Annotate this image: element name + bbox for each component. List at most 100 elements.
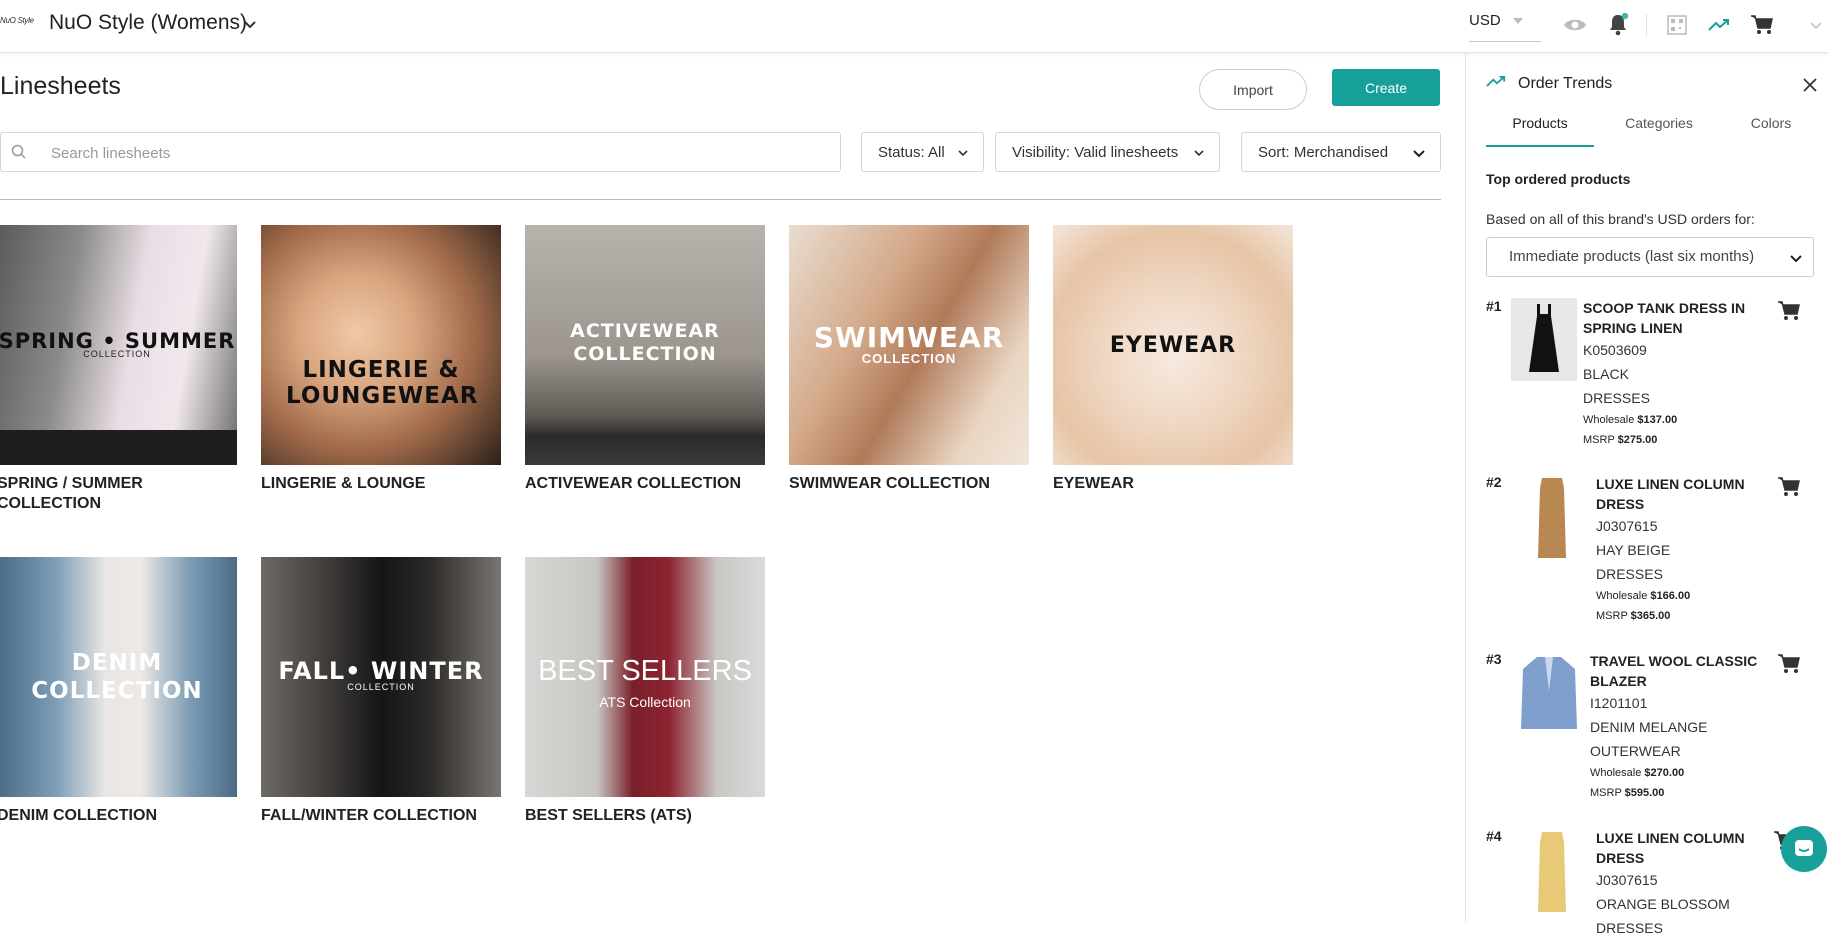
product-rank: #2 [1486,474,1502,490]
tab-categories[interactable]: Categories [1604,111,1714,147]
section-title: Top ordered products [1486,171,1631,187]
product-category: DRESSES [1596,920,1663,936]
linesheet-card[interactable]: ACTIVEWEAR COLLECTION ACTIVEWEAR COLLECT… [525,225,765,494]
brand-name[interactable]: NuO Style (Womens) [49,11,247,35]
linesheet-card[interactable]: LINGERIE & LOUNGEWEAR LINGERIE & LOUNGE [261,225,501,494]
linesheet-title[interactable]: BEST SELLERS (ATS) [525,806,765,826]
tab-colors[interactable]: Colors [1726,111,1816,147]
period-select-value: Immediate products (last six months) [1509,248,1755,265]
trend-icon [1486,75,1506,93]
chevron-down-icon[interactable] [1806,12,1826,38]
linesheet-card[interactable]: SPRING • SUMMER COLLECTION SPRING / SUMM… [0,225,237,514]
product-thumbnail[interactable] [1522,474,1582,564]
page-title: Linesheets [0,72,121,100]
product-rank: #1 [1486,298,1502,314]
create-button[interactable]: Create [1332,69,1440,106]
panel-title: Order Trends [1518,75,1613,92]
trend-icon[interactable] [1706,12,1732,38]
period-select[interactable]: Immediate products (last six months) [1486,237,1814,277]
cover-title: EYEWEAR [1109,333,1237,358]
status-filter-label: Status: All [878,143,945,161]
cart-icon[interactable] [1749,12,1775,38]
product-info: TRAVEL WOOL CLASSIC BLAZER I1201101 DENI… [1590,651,1765,802]
product-color: ORANGE BLOSSOM [1596,896,1730,912]
close-icon[interactable] [1802,77,1818,98]
search-input[interactable] [51,141,811,165]
eye-icon[interactable] [1562,12,1588,38]
linesheet-cover-image[interactable]: BEST SELLERS ATS Collection [525,557,765,797]
product-sku: J0307615 [1596,872,1658,888]
visibility-filter-label: Visibility: Valid linesheets [1012,143,1179,161]
product-thumbnail[interactable] [1522,828,1582,918]
add-to-cart-icon[interactable] [1776,653,1802,680]
linesheet-title[interactable]: ACTIVEWEAR COLLECTION [525,474,765,494]
chevron-down-icon [1193,146,1205,163]
linesheet-cover-image[interactable]: SWIMWEAR COLLECTION [789,225,1029,465]
currency-value: USD [1469,12,1501,29]
barcode-icon[interactable] [1664,12,1690,38]
cover-subtitle: COLLECTION [861,351,957,366]
linesheet-title[interactable]: DENIM COLLECTION [0,806,237,826]
cover-subtitle: COLLECTION [83,349,151,359]
linesheet-card[interactable]: FALL• WINTER COLLECTION FALL/WINTER COLL… [261,557,501,826]
product-name[interactable]: SCOOP TANK DRESS IN SPRING LINEN [1583,298,1758,338]
linesheet-cover-image[interactable]: DENIM COLLECTION [0,557,237,797]
search-box [0,132,841,172]
import-button[interactable]: Import [1199,69,1307,110]
panel-header: Order Trends [1486,75,1612,93]
linesheet-card[interactable]: SWIMWEAR COLLECTION SWIMWEAR COLLECTION [789,225,1029,494]
wholesale-price: Wholesale $166.00 [1596,590,1691,602]
cover-title: SWIMWEAR [813,321,1005,354]
toolbar-divider [1646,14,1647,36]
product-category: DRESSES [1583,390,1650,406]
add-to-cart-icon[interactable] [1776,476,1802,503]
product-name[interactable]: LUXE LINEN COLUMN DRESS [1596,474,1771,514]
linesheet-card[interactable]: DENIM COLLECTION DENIM COLLECTION [0,557,237,826]
linesheet-card[interactable]: BEST SELLERS ATS Collection BEST SELLERS… [525,557,765,826]
tab-products[interactable]: Products [1486,111,1594,147]
add-to-cart-icon[interactable] [1776,300,1802,327]
msrp-price: MSRP $275.00 [1583,434,1658,446]
based-on-text: Based on all of this brand's USD orders … [1486,211,1755,227]
cover-title: FALL• WINTER [278,657,484,685]
chat-icon[interactable] [1781,826,1827,872]
top-bar: NuO Style NuO Style (Womens) USD [0,0,1828,53]
product-category: OUTERWEAR [1590,743,1681,759]
linesheet-cover-image[interactable]: SPRING • SUMMER COLLECTION [0,225,237,465]
brand-logo: NuO Style [0,16,34,25]
cover-title: ACTIVEWEAR COLLECTION [570,320,720,365]
product-color: DENIM MELANGE [1590,719,1708,735]
visibility-filter[interactable]: Visibility: Valid linesheets [995,132,1220,172]
linesheet-cover-image[interactable]: FALL• WINTER COLLECTION [261,557,501,797]
linesheet-cover-image[interactable]: ACTIVEWEAR COLLECTION [525,225,765,465]
product-color: BLACK [1583,366,1629,382]
linesheet-title[interactable]: FALL/WINTER COLLECTION [261,806,501,826]
linesheet-title[interactable]: LINGERIE & LOUNGE [261,474,501,494]
product-sku: J0307615 [1596,518,1658,534]
product-rank: #3 [1486,651,1502,667]
product-rank: #4 [1486,828,1502,844]
cover-title: LINGERIE & LOUNGEWEAR [286,357,479,409]
sort-select[interactable]: Sort: Merchandised [1241,132,1441,172]
linesheet-title[interactable]: SPRING / SUMMER COLLECTION [0,474,237,514]
linesheet-cover-image[interactable]: EYEWEAR [1053,225,1293,465]
cover-title: DENIM COLLECTION [31,650,203,704]
sort-select-label: Sort: Merchandised [1258,143,1389,161]
currency-select[interactable]: USD [1469,10,1541,42]
product-thumbnail[interactable] [1511,298,1577,381]
status-filter[interactable]: Status: All [861,132,984,172]
linesheet-title[interactable]: EYEWEAR [1053,474,1293,494]
product-name[interactable]: TRAVEL WOOL CLASSIC BLAZER [1590,651,1765,691]
product-sku: K0503609 [1583,342,1647,358]
bell-icon[interactable] [1605,12,1631,38]
product-info: LUXE LINEN COLUMN DRESS J0307615 HAY BEI… [1596,474,1771,625]
linesheet-card[interactable]: EYEWEAR EYEWEAR [1053,225,1293,494]
product-name[interactable]: LUXE LINEN COLUMN DRESS [1596,828,1771,868]
product-color: HAY BEIGE [1596,542,1671,558]
linesheet-cover-image[interactable]: LINGERIE & LOUNGEWEAR [261,225,501,465]
chevron-down-icon[interactable] [242,16,258,32]
linesheet-title[interactable]: SWIMWEAR COLLECTION [789,474,1029,494]
product-thumbnail[interactable] [1515,651,1583,733]
wholesale-price: Wholesale $270.00 [1590,767,1685,779]
trend-tabs: Products Categories Colors [1486,111,1816,147]
